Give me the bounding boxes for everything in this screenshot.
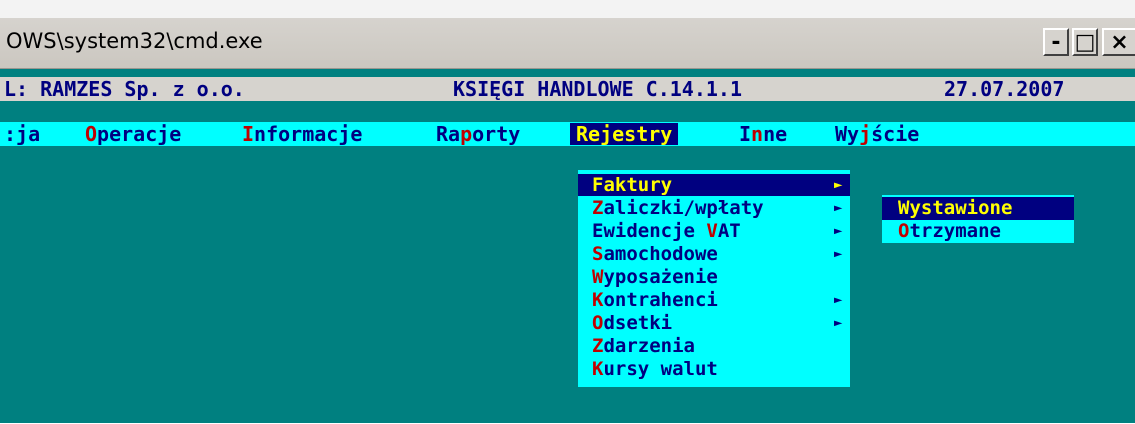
dropdown-item-kursy-walut[interactable]: Kursy walut: [578, 358, 850, 380]
product-name: KSIĘGI HANDLOWE C.14.1.1: [453, 77, 742, 101]
menu-item-operacje[interactable]: Operacje: [85, 123, 181, 145]
dropdown-item-samochodowe[interactable]: Samochodowe ►: [578, 243, 850, 265]
window-title: OWS\system32\cmd.exe: [6, 29, 263, 53]
submenu-item-otrzymane[interactable]: Otrzymane: [882, 220, 1074, 243]
menu-item-rejestry[interactable]: Rejestry: [570, 123, 679, 145]
top-strip: [0, 0, 1135, 18]
submenu-arrow-icon: ►: [834, 246, 843, 262]
submenu-arrow-icon: ►: [834, 315, 843, 331]
maximize-button[interactable]: □: [1072, 28, 1098, 56]
dropdown-item-zaliczki[interactable]: Zaliczki/wpłaty ►: [578, 197, 850, 219]
rejestry-dropdown: Faktury ► Zaliczki/wpłaty ► Ewidencje VA…: [578, 170, 850, 387]
submenu-item-wystawione[interactable]: Wystawione: [882, 197, 1074, 220]
submenu-arrow-icon: ►: [834, 292, 843, 308]
dropdown-item-wyposazenie[interactable]: Wyposażenie: [578, 266, 850, 288]
close-icon: ×: [1110, 29, 1129, 55]
submenu-arrow-icon: ►: [834, 223, 843, 239]
window-titlebar[interactable]: OWS\system32\cmd.exe - □ ×: [0, 18, 1135, 69]
dropdown-item-kontrahenci[interactable]: Kontrahenci ►: [578, 289, 850, 311]
menu-item-inne[interactable]: Inne: [739, 123, 787, 145]
menu-item-raporty[interactable]: Raporty: [436, 123, 520, 145]
faktury-submenu: Wystawione Otrzymane: [882, 195, 1074, 243]
company-name: L: RAMZES Sp. z o.o.: [4, 77, 245, 101]
submenu-arrow-icon: ►: [834, 200, 843, 216]
submenu-arrow-icon: ►: [834, 177, 843, 193]
header-date: 27.07.2007: [944, 77, 1065, 101]
minimize-icon: -: [1051, 29, 1061, 55]
menu-item-informacje[interactable]: Informacje: [242, 123, 362, 145]
dropdown-item-zdarzenia[interactable]: Zdarzenia: [578, 335, 850, 357]
minimize-button[interactable]: -: [1043, 28, 1069, 56]
close-button[interactable]: ×: [1102, 28, 1135, 56]
menu-item-partial[interactable]: :ja: [4, 123, 40, 145]
dropdown-item-ewidencje-vat[interactable]: Ewidencje VAT ►: [578, 220, 850, 242]
dropdown-item-odsetki[interactable]: Odsetki ►: [578, 312, 850, 334]
dropdown-item-faktury[interactable]: Faktury ►: [578, 174, 850, 196]
maximize-icon: □: [1074, 29, 1096, 55]
menu-item-wyjscie[interactable]: Wyjście: [835, 123, 919, 145]
